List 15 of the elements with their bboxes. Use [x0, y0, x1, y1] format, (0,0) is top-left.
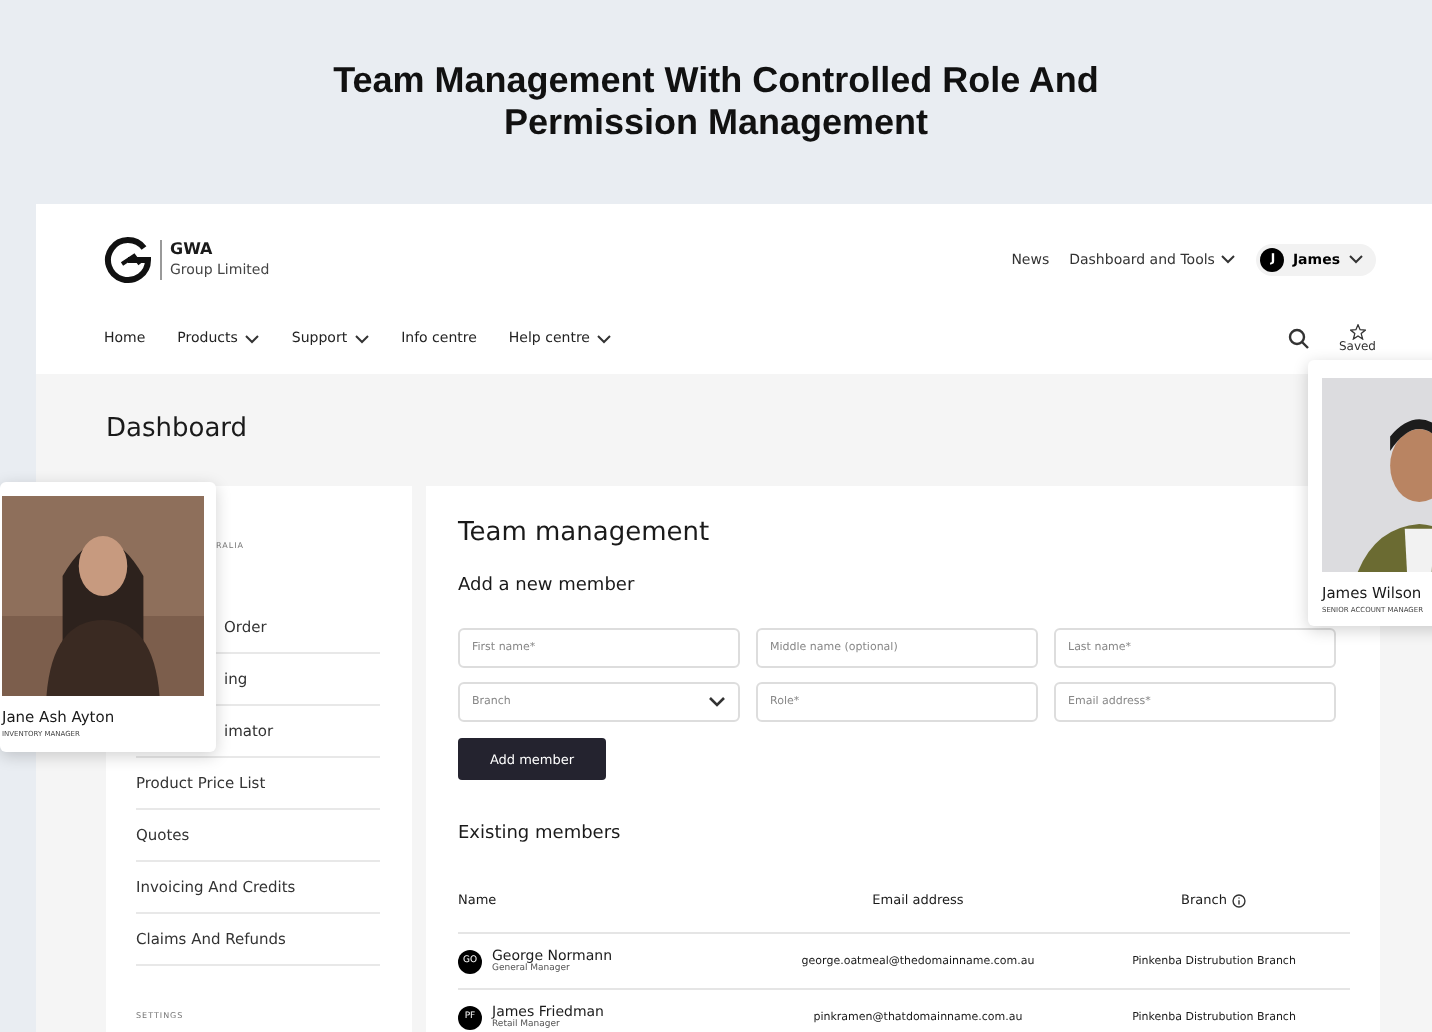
chevron-down-icon — [1348, 254, 1364, 264]
section-title: Team management — [458, 518, 712, 548]
logo-icon — [104, 235, 152, 283]
subsection-title: Existing members — [458, 824, 623, 844]
chevron-down-icon — [353, 333, 370, 343]
headline: Team Management With Controlled Role And Permission Management — [331, 60, 1101, 144]
info-icon — [1232, 893, 1247, 907]
search-icon[interactable] — [1288, 327, 1311, 349]
chevron-down-icon — [243, 333, 260, 343]
page-title: Dashboard — [106, 412, 250, 448]
star-icon — [1349, 323, 1366, 339]
chevron-down-icon — [1220, 254, 1237, 264]
chevron-down-icon — [595, 333, 612, 343]
chevron-down-icon — [708, 696, 726, 708]
logo-name: GWA — [170, 239, 215, 259]
